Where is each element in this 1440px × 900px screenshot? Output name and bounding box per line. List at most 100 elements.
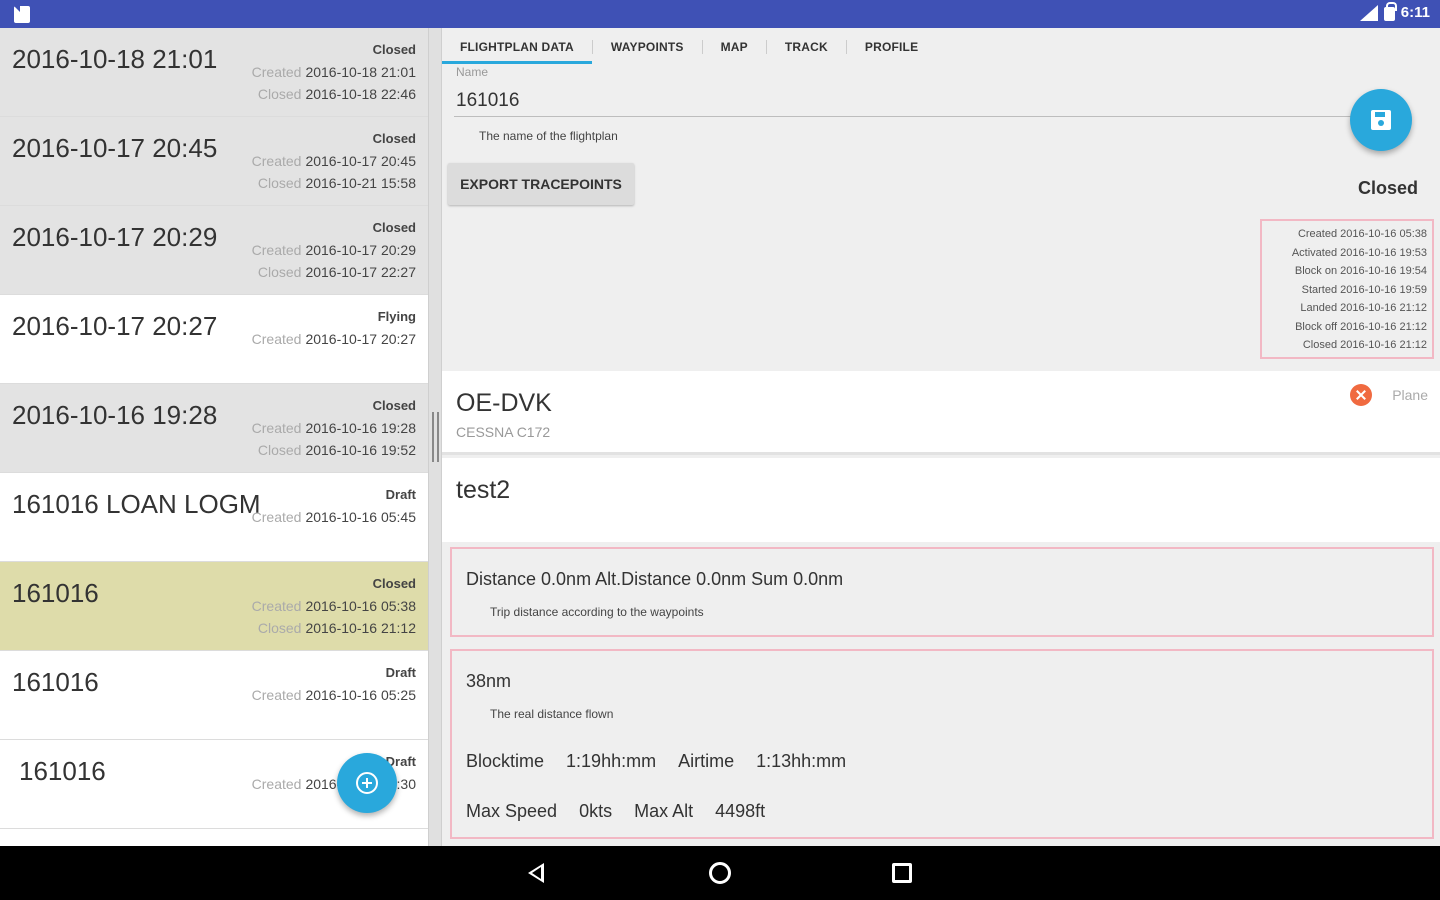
flightplan-state: Closed xyxy=(1357,178,1418,198)
blocktime-value: 1:19hh:mm xyxy=(566,751,657,771)
closed-value: 2016-10-21 15:58 xyxy=(305,175,416,191)
item-closed: Closed 2016-10-21 15:58 xyxy=(258,175,416,191)
item-title: 161016 xyxy=(12,578,99,608)
item-status: Draft xyxy=(385,487,416,502)
item-created: Created 2016-10-17 20:29 xyxy=(252,242,416,258)
closed-label: Closed xyxy=(257,175,302,191)
list-item[interactable]: 161016 Closed Created 2016-10-16 05:38 Cl… xyxy=(0,562,428,651)
item-created: Created 2016-10-16 05:38 xyxy=(252,598,416,614)
item-created: Created 2016-10-16 05:45 xyxy=(252,509,416,525)
back-icon[interactable] xyxy=(528,863,544,883)
created-value: 2016-10-16 19:28 xyxy=(305,420,416,436)
created-label: Created xyxy=(251,331,302,347)
item-title: 2016-10-17 20:29 xyxy=(12,222,218,252)
tab-map[interactable]: MAP xyxy=(703,28,766,64)
max-speed-label: Max Speed xyxy=(466,801,558,821)
timeline-started: Started 2016-10-16 19:59 xyxy=(1301,283,1427,296)
time-stats-row: Blocktime 1:19hh:mm Airtime 1:13hh:mm xyxy=(466,751,846,772)
home-icon[interactable] xyxy=(709,862,731,884)
closed-value: 2016-10-16 19:52 xyxy=(305,442,416,458)
plane-type: CESSNA C172 xyxy=(456,424,551,440)
list-item[interactable]: 161016 LOAN LOGM Draft Created 2016-10-16… xyxy=(0,473,428,562)
item-created: Created 2016-10-17 20:45 xyxy=(252,153,416,169)
item-title: 2016-10-17 20:27 xyxy=(12,311,218,341)
note-text: test2 xyxy=(456,476,511,504)
status-timeline: Created 2016-10-16 05:38 Activated 2016-… xyxy=(1260,219,1434,359)
tab-track[interactable]: TRACK xyxy=(767,28,846,64)
add-flightplan-button[interactable] xyxy=(337,753,397,813)
airtime-label: Airtime xyxy=(678,751,735,771)
list-item[interactable]: 2016-10-17 20:45 Closed Created 2016-10-1… xyxy=(0,117,428,206)
closed-label: Closed xyxy=(257,86,302,102)
name-field-help: The name of the flightplan xyxy=(479,129,618,143)
item-closed: Closed 2016-10-16 19:52 xyxy=(258,442,416,458)
flight-stats-box: 38nm The real distance flown Blocktime 1… xyxy=(450,649,1434,839)
item-status: Closed xyxy=(372,576,416,591)
plane-card[interactable]: OE-DVK CESSNA C172 Plane xyxy=(442,371,1440,455)
flightplan-list[interactable]: 2016-10-18 21:01 Closed Created 2016-10-1… xyxy=(0,28,428,846)
distance-help: Trip distance according to the waypoints xyxy=(490,605,704,619)
list-item[interactable]: 2016-10-17 20:27 Flying Created 2016-10-1… xyxy=(0,295,428,384)
item-title: 161016 xyxy=(19,756,106,786)
signal-icon xyxy=(1359,4,1378,21)
created-value: 2016-10-17 20:27 xyxy=(305,331,416,347)
export-tracepoints-button[interactable]: EXPORT TRACEPOINTS xyxy=(448,163,634,205)
lock-icon xyxy=(1383,2,1397,21)
created-value: 2016-10-16 05:45 xyxy=(305,509,416,525)
list-item[interactable]: 2016-10-16 19:28 Closed Created 2016-10-1… xyxy=(0,384,428,473)
pane-divider[interactable] xyxy=(428,28,442,846)
remove-plane-icon[interactable] xyxy=(1350,384,1372,406)
item-status: Closed xyxy=(372,42,416,57)
created-value: 2016-10-17 20:45 xyxy=(305,153,416,169)
name-field[interactable]: 161016 xyxy=(456,90,519,112)
timeline-closed: Closed 2016-10-16 21:12 xyxy=(1302,339,1427,351)
created-label: Created xyxy=(251,776,302,792)
item-closed: Closed 2016-10-16 21:12 xyxy=(258,620,416,636)
real-distance: 38nm xyxy=(466,671,512,691)
tab-flightplan-data[interactable]: FLIGHTPLAN DATA xyxy=(442,28,592,64)
tab-profile[interactable]: PROFILE xyxy=(847,28,936,64)
item-created: Created 2016-10-17 20:27 xyxy=(252,331,416,347)
save-icon xyxy=(1371,110,1391,130)
created-label: Created xyxy=(251,242,302,258)
plane-label: Plane xyxy=(1392,387,1428,403)
created-label: Created xyxy=(251,420,302,436)
name-field-label: Name xyxy=(456,65,489,79)
add-circle-icon xyxy=(356,772,378,794)
note-card[interactable]: test2 xyxy=(442,458,1440,542)
created-value: 2016-10-16 05:38 xyxy=(305,598,416,614)
clock: 6:11 xyxy=(1400,4,1430,21)
name-field-underline xyxy=(454,116,1384,117)
created-value: 2016-10-16 05:25 xyxy=(305,687,416,703)
list-item[interactable]: 2016-10-18 21:01 Closed Created 2016-10-1… xyxy=(0,28,428,117)
max-speed-value: 0kts xyxy=(579,801,613,821)
created-value: 2016-10-17 20:29 xyxy=(305,242,416,258)
max-stats-row: Max Speed 0kts Max Alt 4498ft xyxy=(466,801,765,822)
distance-summary: Distance 0.0nm Alt.Distance 0.0nm Sum 0.… xyxy=(466,569,844,589)
closed-label: Closed xyxy=(257,442,302,458)
save-button[interactable] xyxy=(1350,89,1412,151)
item-status: Closed xyxy=(372,220,416,235)
item-created: Created 2016-10-18 21:01 xyxy=(252,64,416,80)
timeline-block-on: Block on 2016-10-16 19:54 xyxy=(1294,265,1427,277)
closed-label: Closed xyxy=(257,264,302,280)
list-item[interactable] xyxy=(0,829,428,846)
list-item[interactable]: 161016 Draft Created 2016-10-16 05:25 xyxy=(0,651,428,740)
item-closed: Closed 2016-10-18 22:46 xyxy=(258,86,416,102)
created-value: 2016-10-18 21:01 xyxy=(305,64,416,80)
timeline-block-off: Block off 2016-10-16 21:12 xyxy=(1295,320,1427,333)
item-title: 161016 LOAN LOGM xyxy=(12,489,261,519)
closed-value: 2016-10-16 21:12 xyxy=(305,620,416,636)
timeline-activated: Activated 2016-10-16 19:53 xyxy=(1291,246,1427,259)
tab-bar: FLIGHTPLAN DATA WAYPOINTS MAP TRACK PROF… xyxy=(442,28,936,64)
drag-handle-icon[interactable] xyxy=(432,412,439,462)
item-status: Closed xyxy=(372,398,416,413)
recent-apps-icon[interactable] xyxy=(892,863,912,883)
tab-waypoints[interactable]: WAYPOINTS xyxy=(593,28,702,64)
closed-value: 2016-10-17 22:27 xyxy=(305,264,416,280)
created-label: Created xyxy=(251,598,302,614)
timeline-created: Created 2016-10-16 05:38 xyxy=(1297,228,1427,240)
distance-box: Distance 0.0nm Alt.Distance 0.0nm Sum 0.… xyxy=(450,547,1434,637)
list-item[interactable]: 2016-10-17 20:29 Closed Created 2016-10-1… xyxy=(0,206,428,295)
item-closed: Closed 2016-10-17 22:27 xyxy=(258,264,416,280)
